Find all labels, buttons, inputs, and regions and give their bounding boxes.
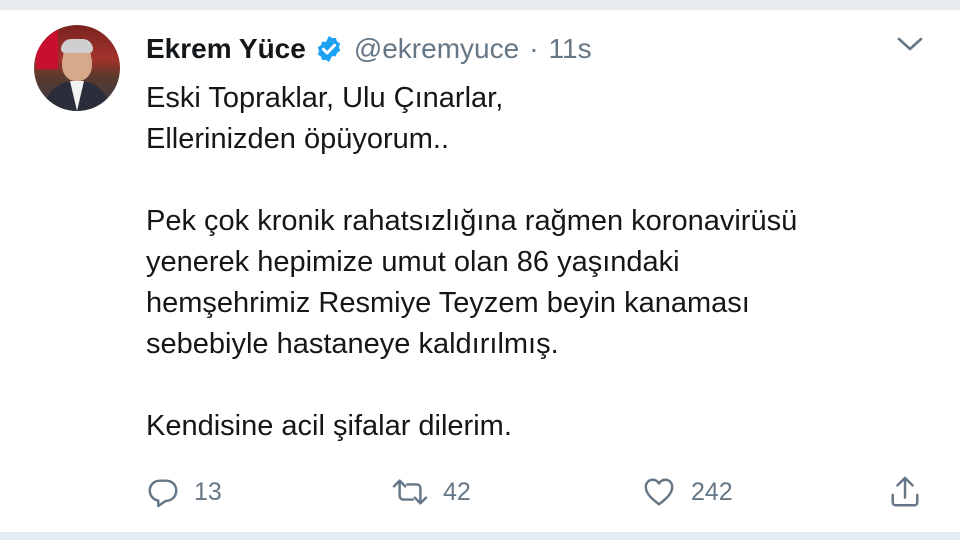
retweet-count: 42	[443, 477, 471, 506]
tweet-line: Kendisine acil şifalar dilerim.	[146, 410, 512, 442]
bottom-divider	[0, 532, 960, 540]
chevron-down-icon[interactable]	[896, 34, 924, 54]
share-icon	[888, 475, 922, 509]
reply-count: 13	[194, 477, 222, 506]
tweet-line: Eski Topraklar, Ulu Çınarlar,	[146, 82, 504, 114]
avatar[interactable]	[34, 25, 120, 111]
top-divider	[0, 0, 960, 10]
retweet-icon	[391, 475, 429, 509]
reply-icon	[146, 475, 180, 509]
tweet-timestamp[interactable]: 11s	[549, 33, 592, 65]
like-button[interactable]: 242	[641, 470, 733, 514]
heart-icon	[641, 475, 677, 509]
tweet-line: Pek çok kronik rahatsızlığına rağmen kor…	[146, 205, 798, 237]
tweet-header: Ekrem Yüce @ekremyuce · 11s	[146, 30, 592, 68]
tweet-line: hemşehrimiz Resmiye Teyzem beyin kanamas…	[146, 287, 750, 319]
author-name[interactable]: Ekrem Yüce	[146, 33, 306, 65]
reply-button[interactable]: 13	[146, 470, 222, 514]
tweet-line: yenerek hepimize umut olan 86 yaşındaki	[146, 246, 680, 278]
retweet-button[interactable]: 42	[391, 470, 471, 514]
tweet-line: sebebiyle hastaneye kaldırılmış.	[146, 328, 559, 360]
author-handle[interactable]: @ekremyuce	[354, 33, 519, 65]
separator-dot: ·	[529, 33, 539, 64]
verified-badge-icon	[314, 34, 344, 64]
share-button[interactable]	[888, 470, 922, 514]
tweet-actions: 13 42 242	[146, 470, 936, 514]
tweet: Ekrem Yüce @ekremyuce · 11s Eski Toprakl…	[0, 0, 960, 540]
tweet-text: Eski Topraklar, Ulu Çınarlar, Ellerinizd…	[146, 78, 936, 447]
like-count: 242	[691, 477, 733, 506]
tweet-line: Ellerinizden öpüyorum..	[146, 123, 450, 155]
